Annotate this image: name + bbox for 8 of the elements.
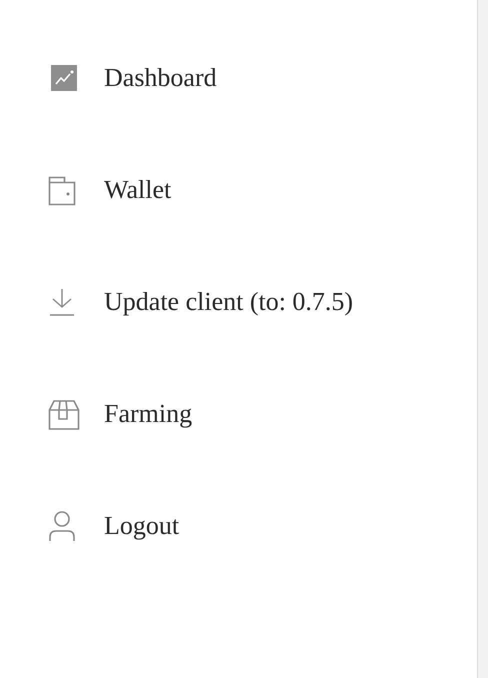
menu-item[interactable]: Wallet (104, 175, 172, 205)
chart-icon (48, 62, 80, 94)
scrollbar[interactable] (477, 0, 488, 678)
menu-item[interactable]: Update client (to: 0.7.5) (104, 287, 354, 317)
box-icon (48, 398, 80, 430)
menu-item[interactable]: Logout (104, 511, 180, 541)
menu-item[interactable]: Dashboard (104, 63, 217, 93)
menu-item[interactable]: Farming (104, 399, 192, 429)
